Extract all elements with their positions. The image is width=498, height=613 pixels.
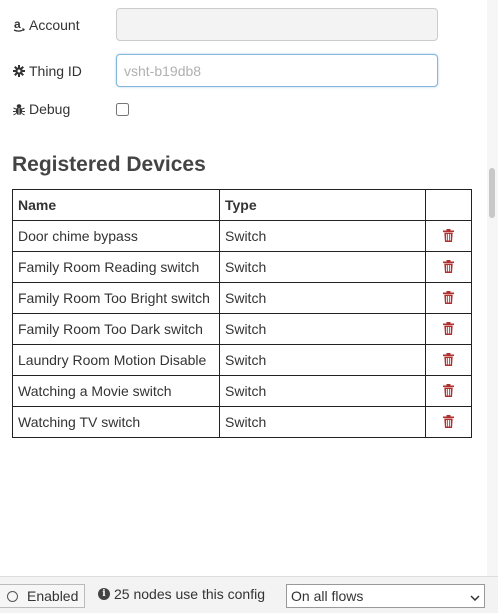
- device-name: Family Room Reading switch: [12, 251, 220, 283]
- device-type: Switch: [219, 406, 426, 438]
- trash-icon[interactable]: [441, 227, 457, 243]
- device-type: Switch: [219, 251, 426, 283]
- delete-cell: [425, 344, 472, 376]
- amazon-icon: a: [12, 18, 26, 32]
- column-header-name: Name: [12, 189, 220, 221]
- account-input[interactable]: [116, 8, 438, 41]
- trash-icon[interactable]: [441, 351, 457, 367]
- flow-scope-value: On all flows: [291, 588, 364, 604]
- table-row: Watching TV switch Switch: [12, 406, 472, 438]
- config-form: a Account Thing ID vsht-b19db8 Debug Reg…: [0, 0, 484, 576]
- nodes-usage-text: 25 nodes use this config: [114, 586, 265, 602]
- table-row: Family Room Too Dark switch Switch: [12, 313, 472, 345]
- gear-icon: [12, 64, 26, 78]
- debug-label: Debug: [12, 101, 116, 117]
- scrollbar-thumb[interactable]: [489, 168, 495, 218]
- nodes-usage-info: i 25 nodes use this config: [98, 586, 265, 602]
- account-label: a Account: [12, 17, 116, 33]
- column-header-actions: [425, 189, 472, 221]
- trash-icon[interactable]: [441, 258, 457, 274]
- debug-label-text: Debug: [29, 101, 71, 117]
- enabled-label: Enabled: [27, 588, 79, 604]
- delete-cell: [425, 406, 472, 438]
- account-label-text: Account: [29, 16, 80, 33]
- chevron-down-icon: [470, 588, 480, 604]
- trash-icon[interactable]: [441, 382, 457, 398]
- delete-cell: [425, 313, 472, 345]
- device-type: Switch: [219, 344, 426, 376]
- enabled-toggle-button[interactable]: Enabled: [0, 584, 85, 608]
- table-row: Laundry Room Motion Disable Switch: [12, 344, 472, 376]
- table-header-row: Name Type: [12, 189, 472, 221]
- device-name: Laundry Room Motion Disable: [12, 344, 220, 376]
- thing-id-input[interactable]: [116, 54, 438, 87]
- table-row: Family Room Too Bright switch Switch: [12, 282, 472, 314]
- device-type: Switch: [219, 313, 426, 345]
- flow-scope-select[interactable]: On all flows: [286, 584, 485, 608]
- devices-table: Name Type Door chime bypass Switch Famil…: [12, 189, 472, 438]
- device-name: Door chime bypass: [12, 220, 220, 252]
- delete-cell: [425, 282, 472, 314]
- debug-row: Debug: [12, 101, 129, 117]
- account-row: a Account: [12, 8, 438, 41]
- circle-icon: [7, 590, 18, 602]
- table-row: Door chime bypass Switch: [12, 220, 472, 252]
- table-row: Watching a Movie switch Switch: [12, 375, 472, 407]
- device-name: Watching a Movie switch: [12, 375, 220, 407]
- device-name: Family Room Too Dark switch: [12, 313, 220, 345]
- trash-icon[interactable]: [441, 320, 457, 336]
- footer-bar: Enabled i 25 nodes use this config On al…: [0, 576, 498, 613]
- svg-text:a: a: [14, 18, 21, 31]
- vertical-scrollbar[interactable]: [487, 0, 498, 576]
- delete-cell: [425, 220, 472, 252]
- device-name: Family Room Too Bright switch: [12, 282, 220, 314]
- trash-icon[interactable]: [441, 413, 457, 429]
- trash-icon[interactable]: [441, 289, 457, 305]
- device-type: Switch: [219, 375, 426, 407]
- device-type: Switch: [219, 220, 426, 252]
- table-row: Family Room Reading switch Switch: [12, 251, 472, 283]
- thing-id-row: Thing ID: [12, 54, 438, 87]
- registered-devices-title: Registered Devices: [12, 153, 206, 176]
- info-icon: i: [98, 588, 110, 600]
- delete-cell: [425, 251, 472, 283]
- thing-id-label: Thing ID: [12, 63, 116, 79]
- debug-checkbox[interactable]: [116, 102, 129, 116]
- column-header-type: Type: [219, 189, 426, 221]
- thing-id-label-text: Thing ID: [29, 62, 82, 79]
- device-name: Watching TV switch: [12, 406, 220, 438]
- delete-cell: [425, 375, 472, 407]
- device-type: Switch: [219, 282, 426, 314]
- bug-icon: [12, 102, 26, 116]
